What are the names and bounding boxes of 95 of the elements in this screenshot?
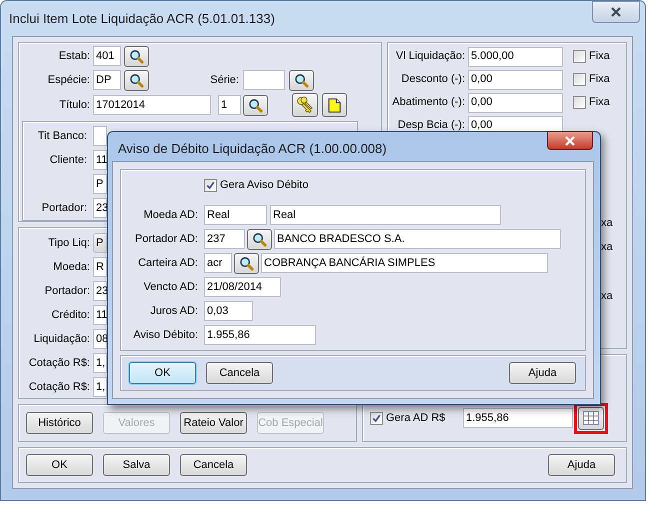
ok-button[interactable]: OK	[129, 362, 196, 384]
history-button[interactable]: Histórico	[26, 412, 93, 434]
close-button[interactable]	[592, 1, 640, 23]
field-label: Estab:	[58, 48, 91, 64]
text-field[interactable]: 0,00	[468, 70, 563, 90]
text-field[interactable]	[93, 126, 107, 146]
field-label: Cotação R$:	[28, 356, 91, 371]
text-field[interactable]: BANCO BRADESCO S.A.	[274, 229, 561, 249]
field-label: Tipo Liq:	[47, 236, 91, 251]
text-field[interactable]: P	[93, 174, 107, 194]
field-label: Moeda:	[52, 260, 91, 275]
new-document-button[interactable]	[322, 93, 347, 117]
checkbox[interactable]	[204, 178, 217, 192]
text-field[interactable]: COBRANÇA BANCÁRIA SIMPLES	[261, 253, 548, 273]
text-field[interactable]: 0,00	[468, 92, 563, 112]
text-field[interactable]	[243, 70, 285, 90]
grid-icon	[583, 411, 599, 425]
text-field[interactable]: 1.955,86	[204, 325, 316, 345]
lookup-button[interactable]	[289, 70, 314, 90]
field-label: Desconto (-):	[400, 72, 466, 88]
checkbox[interactable]	[370, 412, 383, 424]
field-label: Portador:	[44, 284, 91, 299]
field-label: Juros AD:	[149, 304, 199, 319]
text-field[interactable]: 401	[93, 46, 121, 66]
ok-button[interactable]: OK	[26, 454, 93, 476]
cancel-button[interactable]: Cancela	[180, 454, 247, 476]
field-label: Moeda AD:	[142, 208, 199, 223]
text-field[interactable]: Real	[270, 205, 501, 225]
allocate-value-button[interactable]: Rateio Valor	[180, 412, 247, 434]
window-title: Inclui Item Lote Liquidação ACR (5.01.01.133)	[9, 10, 275, 28]
field-label: Portador:	[40, 200, 88, 216]
text-field[interactable]: 21/08/2014	[204, 277, 281, 297]
cancel-button[interactable]: Cancela	[206, 362, 273, 384]
search-icon	[129, 48, 144, 64]
checkbox[interactable]	[573, 96, 586, 109]
text-field[interactable]: 1,	[93, 353, 107, 373]
lookup-button[interactable]	[243, 94, 268, 116]
lookup-button[interactable]	[234, 252, 259, 274]
field-label: Liquidação:	[32, 332, 91, 347]
text-field[interactable]: Real	[204, 205, 267, 225]
checkbox[interactable]	[573, 50, 586, 63]
help-button[interactable]: Ajuda	[509, 362, 576, 384]
text-field[interactable]: 1	[218, 95, 241, 115]
field-label: Vl Liquidação:	[394, 49, 466, 64]
search-icon	[248, 98, 263, 112]
field-label: Espécie:	[46, 72, 91, 88]
search-icon	[129, 72, 144, 88]
field-label: Vencto AD:	[142, 280, 199, 295]
lookup-button[interactable]	[247, 228, 272, 250]
save-button[interactable]: Salva	[103, 454, 170, 476]
keys-button[interactable]	[292, 93, 318, 117]
checkbox-label: xa	[601, 240, 614, 253]
field-label: Aviso Débito:	[132, 328, 199, 343]
field-label: Cotação R$:	[28, 380, 91, 395]
text-field[interactable]: 237	[204, 229, 245, 249]
close-icon	[610, 7, 622, 17]
document-icon	[327, 98, 342, 112]
field-label: Cliente:	[48, 152, 88, 168]
field-label: Crédito:	[50, 308, 91, 323]
checkbox-label: Fixa	[589, 49, 610, 64]
text-field[interactable]: 17012014	[93, 95, 211, 115]
search-icon	[252, 232, 267, 246]
close-button[interactable]	[547, 131, 593, 150]
checkbox-label: xa	[601, 289, 614, 302]
field-label: Título:	[58, 98, 91, 113]
search-icon	[294, 72, 309, 88]
field-label: Desp Bcia (-):	[396, 118, 466, 134]
text-field[interactable]: 11	[93, 305, 107, 325]
text-field[interactable]: 1.955,86	[463, 408, 573, 428]
field-label: Carteira AD:	[137, 256, 199, 271]
search-icon	[239, 256, 254, 270]
keys-icon	[296, 96, 314, 114]
checkbox-label: xa	[601, 216, 614, 229]
text-field[interactable]: R	[93, 257, 107, 277]
field-label: Tit Banco:	[36, 128, 88, 144]
checkbox[interactable]	[573, 73, 586, 86]
lookup-button[interactable]	[124, 70, 149, 90]
checkbox-label: Fixa	[589, 95, 610, 110]
field-label: Abatimento (-):	[391, 95, 466, 110]
text-field[interactable]: 1,	[93, 377, 107, 397]
checkbox-label: Fixa	[589, 72, 610, 88]
lookup-button[interactable]	[124, 46, 149, 66]
field-label: Série:	[209, 72, 240, 88]
help-button[interactable]: Ajuda	[548, 454, 615, 476]
close-icon	[564, 136, 576, 146]
field-label: Portador AD:	[134, 232, 199, 247]
text-field[interactable]: DP	[93, 70, 121, 90]
checkbox-label: Gera AD R$	[386, 410, 446, 426]
combo-box[interactable]: P	[93, 233, 107, 253]
checkbox-label: Gera Aviso Débito	[220, 178, 308, 193]
text-field[interactable]: 11	[93, 150, 107, 170]
dialog-title: Aviso de Débito Liquidação ACR (1.00.00.008)	[118, 140, 387, 158]
text-field[interactable]: acr	[204, 253, 232, 273]
text-field[interactable]: 0,03	[204, 301, 253, 321]
text-field[interactable]: 5.000,00	[468, 46, 563, 66]
